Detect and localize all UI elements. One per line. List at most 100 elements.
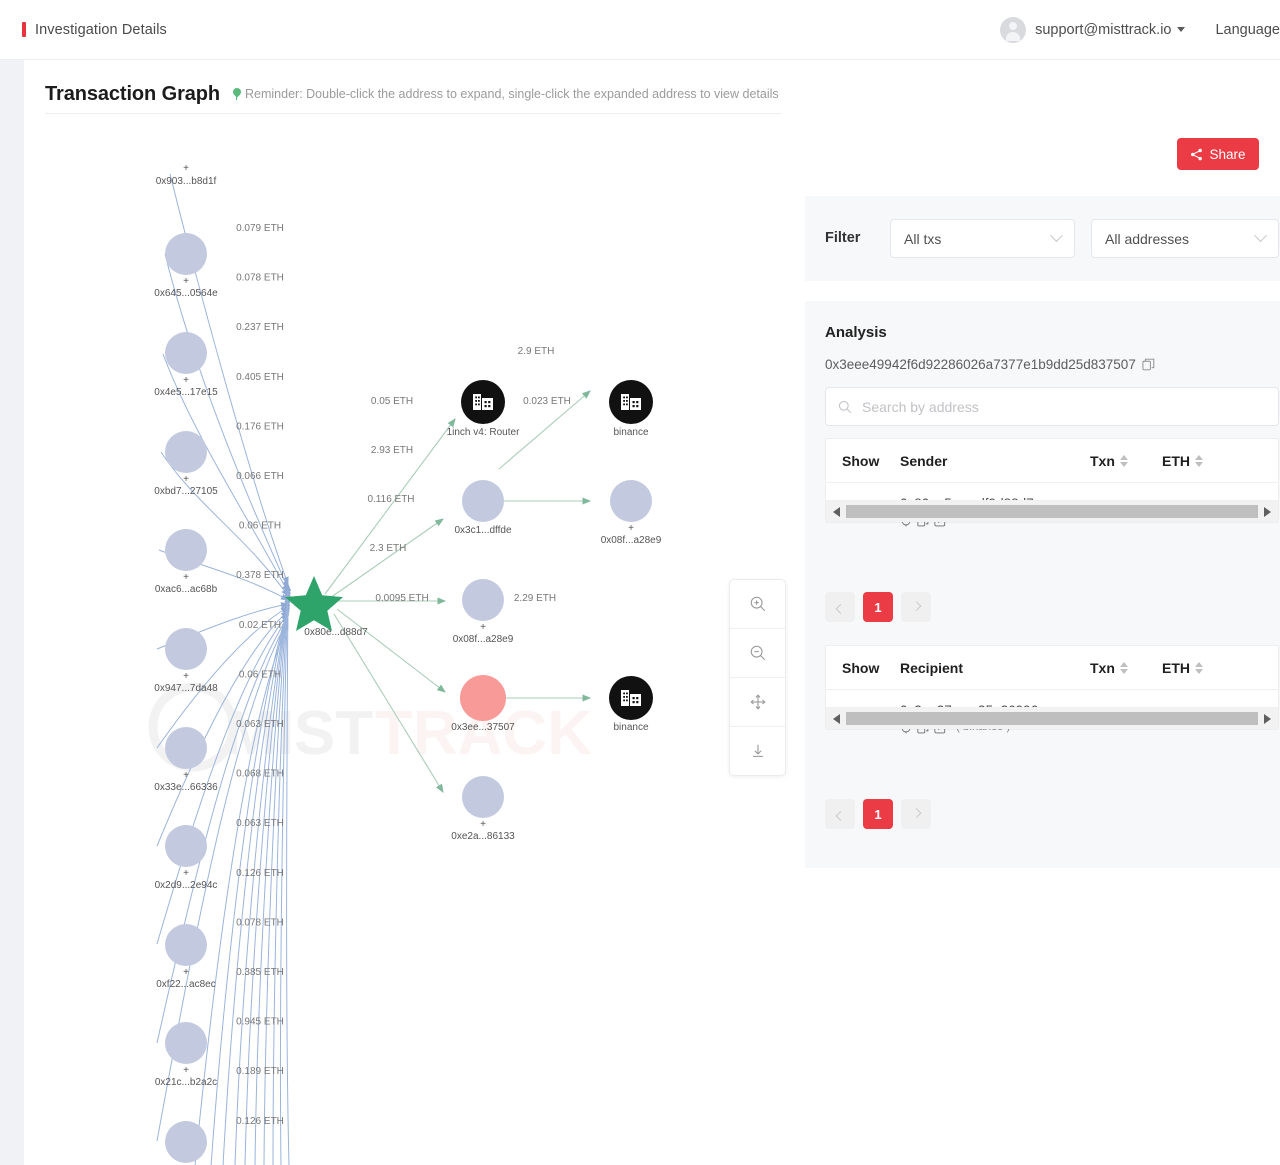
edge-label: 0.385 ETH bbox=[236, 967, 284, 978]
graph-node-flagged[interactable] bbox=[460, 675, 506, 721]
incoming-edge-labels: 0.079 ETH 0.078 ETH 0.237 ETH 0.405 ETH 0.17… bbox=[236, 223, 284, 1127]
svg-text:+: + bbox=[480, 819, 486, 830]
sender-table: Show Sender Txn ETH 0x80ee5c ... df9d88d… bbox=[825, 438, 1279, 527]
sort-txn-icon[interactable] bbox=[1119, 661, 1128, 674]
chevron-down-icon bbox=[1050, 229, 1063, 243]
graph-node[interactable] bbox=[165, 1022, 207, 1064]
graph-node[interactable] bbox=[165, 1121, 207, 1163]
address-filter-select[interactable]: All addresses bbox=[1091, 219, 1279, 258]
col-show: Show bbox=[842, 452, 880, 469]
center-node[interactable] bbox=[285, 576, 343, 631]
next-page-button[interactable] bbox=[901, 799, 931, 829]
edge-label: 0.405 ETH bbox=[236, 372, 284, 383]
graph-node[interactable] bbox=[165, 825, 207, 867]
sender-table-header: Show Sender Txn ETH bbox=[826, 439, 1278, 483]
graph-node[interactable] bbox=[462, 579, 504, 621]
graph-node[interactable] bbox=[165, 431, 207, 473]
col-txn[interactable]: Txn bbox=[1090, 660, 1162, 676]
svg-text:+: + bbox=[183, 276, 189, 287]
page-1-button[interactable]: 1 bbox=[863, 799, 893, 829]
scroll-left-icon[interactable] bbox=[833, 713, 840, 724]
share-icon bbox=[1190, 148, 1203, 161]
svg-text:+: + bbox=[183, 163, 189, 174]
chevron-right-icon bbox=[911, 807, 921, 818]
outgoing-edge-labels: 0.05 ETH 2.9 ETH 2.93 ETH 0.023 ETH 0.116 ET… bbox=[367, 346, 570, 604]
scroll-right-icon[interactable] bbox=[1264, 506, 1271, 517]
node-label: 0x08f...a28e9 bbox=[453, 634, 514, 645]
svg-text:+: + bbox=[183, 671, 189, 682]
zoom-out-icon[interactable] bbox=[730, 629, 785, 678]
edge-label: 0.02 ETH bbox=[239, 620, 281, 631]
main-card: Transaction Graph Reminder: Double-click… bbox=[24, 60, 1280, 1165]
zoom-toolbar[interactable] bbox=[729, 579, 786, 776]
page-1-button[interactable]: 1 bbox=[863, 592, 893, 622]
col-eth[interactable]: ETH bbox=[1162, 660, 1234, 676]
col-eth-label: ETH bbox=[1162, 659, 1190, 676]
download-icon[interactable] bbox=[730, 727, 785, 775]
graph-node[interactable] bbox=[165, 727, 207, 769]
graph-svg: MIST TRACK +0x903...b8d1f +0x645...0564e… bbox=[148, 163, 662, 1165]
avatar bbox=[1000, 16, 1027, 43]
recipient-table-hscrollbar[interactable] bbox=[826, 707, 1278, 729]
sender-pagination[interactable]: 1 bbox=[825, 592, 931, 622]
col-txn[interactable]: Txn bbox=[1090, 453, 1162, 469]
graph-node[interactable] bbox=[462, 480, 504, 522]
tx-filter-select[interactable]: All txs bbox=[890, 219, 1075, 258]
edge-label: 0.05 ETH bbox=[371, 396, 413, 407]
prev-page-button[interactable] bbox=[825, 799, 855, 829]
fit-move-icon[interactable] bbox=[730, 678, 785, 727]
filter-panel: Filter All txs All addresses bbox=[805, 196, 1280, 281]
share-button[interactable]: Share bbox=[1177, 138, 1259, 170]
svg-text:+: + bbox=[183, 1065, 189, 1076]
edge-label: 0.378 ETH bbox=[236, 570, 284, 581]
node-label: 0x21c...b2a2c bbox=[155, 1077, 217, 1088]
edge-label: 0.126 ETH bbox=[236, 868, 284, 879]
zoom-in-icon[interactable] bbox=[730, 580, 785, 629]
edge-label: 0.189 ETH bbox=[236, 1066, 284, 1077]
edge-label: 0.068 ETH bbox=[236, 769, 284, 780]
edge-label: 0.176 ETH bbox=[236, 421, 284, 432]
scroll-right-icon[interactable] bbox=[1264, 713, 1271, 724]
language-selector[interactable]: Language bbox=[1215, 22, 1280, 38]
edge-label: 0.079 ETH bbox=[236, 223, 284, 234]
node-label: 1inch v4: Router bbox=[447, 427, 520, 438]
edge-label: 2.9 ETH bbox=[518, 346, 555, 357]
scroll-thumb[interactable] bbox=[846, 505, 1258, 518]
transaction-graph-canvas[interactable]: MIST TRACK + 0x903...b8d1f + 0x645...056… bbox=[45, 113, 781, 1165]
scroll-thumb[interactable] bbox=[846, 712, 1258, 725]
search-address-box[interactable] bbox=[825, 387, 1279, 426]
svg-text:+: + bbox=[628, 523, 634, 534]
col-eth-label: ETH bbox=[1162, 452, 1190, 469]
svg-text:+: + bbox=[183, 375, 189, 386]
node-label: 0x947...7da48 bbox=[154, 683, 218, 694]
sort-txn-icon[interactable] bbox=[1119, 454, 1128, 467]
graph-node[interactable] bbox=[165, 529, 207, 571]
node-label: binance bbox=[613, 427, 648, 438]
sort-eth-icon[interactable] bbox=[1195, 661, 1203, 674]
copy-icon[interactable] bbox=[1142, 358, 1155, 371]
col-eth[interactable]: ETH bbox=[1162, 453, 1234, 469]
graph-node[interactable] bbox=[165, 332, 207, 374]
svg-text:+: + bbox=[183, 474, 189, 485]
graph-node[interactable] bbox=[165, 233, 207, 275]
edge-label: 2.93 ETH bbox=[371, 445, 413, 456]
next-page-button[interactable] bbox=[901, 592, 931, 622]
svg-text:MIST: MIST bbox=[225, 699, 373, 768]
graph-title: Transaction Graph bbox=[45, 82, 221, 105]
node-label: 0xbd7...27105 bbox=[154, 486, 218, 497]
recipient-pagination[interactable]: 1 bbox=[825, 799, 931, 829]
sender-table-hscrollbar[interactable] bbox=[826, 500, 1278, 522]
analysis-panel: Analysis 0x3eee49942f6d92286026a7377e1b9… bbox=[805, 301, 1280, 868]
graph-node[interactable] bbox=[165, 924, 207, 966]
address-filter-value: All addresses bbox=[1105, 230, 1190, 247]
graph-node[interactable] bbox=[610, 480, 652, 522]
sort-eth-icon[interactable] bbox=[1195, 454, 1203, 467]
scroll-left-icon[interactable] bbox=[833, 506, 840, 517]
top-bar: Investigation Details support@misttrack.… bbox=[0, 0, 1280, 60]
user-menu[interactable]: support@misttrack.io bbox=[1035, 22, 1186, 38]
graph-node[interactable] bbox=[462, 776, 504, 818]
search-input[interactable] bbox=[860, 397, 1266, 416]
prev-page-button[interactable] bbox=[825, 592, 855, 622]
node-label: 0x33e...66336 bbox=[154, 782, 218, 793]
graph-node[interactable] bbox=[165, 628, 207, 670]
